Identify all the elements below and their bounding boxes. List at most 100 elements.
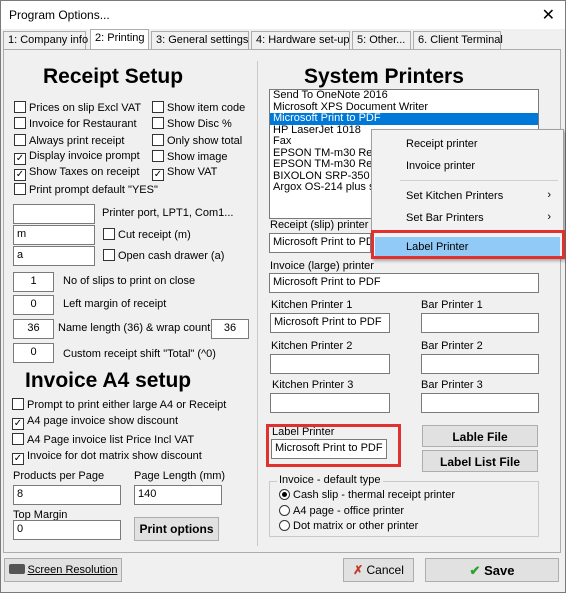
slips-input[interactable]: 1 bbox=[13, 272, 54, 292]
cut-receipt-checkbox[interactable]: Cut receipt (m) bbox=[103, 228, 191, 243]
receipt-right-checkbox[interactable]: Show image bbox=[152, 149, 228, 165]
tab-general-settings[interactable]: 3: General settings bbox=[151, 31, 249, 49]
invoice-checkbox[interactable]: Prompt to print either large A4 or Recei… bbox=[12, 398, 226, 413]
printer-list-item[interactable]: Microsoft Print to PDF bbox=[270, 113, 538, 125]
printer-port-input[interactable] bbox=[13, 204, 95, 224]
checkbox-box[interactable] bbox=[103, 228, 115, 240]
menu-item-set-kitchen-printers[interactable]: Set Kitchen Printers › bbox=[372, 186, 563, 206]
tab-other[interactable]: 5: Other... bbox=[352, 31, 411, 49]
menu-item-label: Set Kitchen Printers bbox=[406, 190, 504, 202]
receipt-left-checkbox[interactable]: Prices on slip Excl VAT bbox=[14, 101, 141, 116]
products-per-page-label: Products per Page bbox=[13, 470, 105, 482]
wrap-count-input[interactable]: 36 bbox=[211, 319, 249, 339]
menu-item-receipt-printer[interactable]: Receipt printer bbox=[372, 134, 563, 154]
receipt-left-checkbox-label: Always print receipt bbox=[29, 134, 125, 147]
kitchen-printer-1-input[interactable]: Microsoft Print to PDF bbox=[270, 313, 390, 333]
tab-hardware-setup[interactable]: 4: Hardware set-up bbox=[251, 31, 350, 49]
bar-printer-3-input[interactable] bbox=[421, 393, 539, 413]
printer-list-item[interactable]: Send To OneNote 2016 bbox=[270, 90, 538, 102]
kitchen-printer-2-input[interactable] bbox=[270, 354, 390, 374]
products-per-page-input[interactable]: 8 bbox=[13, 485, 121, 505]
radio-circle[interactable] bbox=[279, 489, 290, 500]
checkbox-box[interactable] bbox=[14, 101, 26, 113]
checkbox-box[interactable] bbox=[12, 432, 24, 445]
program-options-window: Program Options... ✕ 1: Company info 2: … bbox=[0, 0, 566, 593]
checkbox-box[interactable] bbox=[152, 117, 164, 130]
cancel-button[interactable]: ✗ Cancel bbox=[343, 558, 414, 582]
tab-printing[interactable]: 2: Printing bbox=[90, 29, 149, 49]
receipt-right-checkbox[interactable]: Show Disc % bbox=[152, 117, 232, 132]
menu-separator bbox=[400, 180, 558, 181]
page-length-label: Page Length (mm) bbox=[134, 470, 226, 482]
receipt-left-checkbox[interactable]: ✓ Display invoice prompt bbox=[14, 150, 140, 165]
cut-receipt-input[interactable]: m bbox=[13, 225, 95, 245]
bar-printer-2-input[interactable] bbox=[421, 354, 539, 374]
bar-printer-2-label: Bar Printer 2 bbox=[421, 340, 483, 352]
bar-printer-1-input[interactable] bbox=[421, 313, 539, 333]
receipt-left-checkbox-label: Print prompt default "YES" bbox=[29, 183, 158, 196]
checkbox-box[interactable] bbox=[152, 101, 164, 113]
save-button[interactable]: ✔ Save bbox=[425, 558, 559, 582]
checkbox-box[interactable]: ✓ bbox=[14, 169, 26, 182]
print-options-button[interactable]: Print options bbox=[134, 517, 219, 541]
receipt-left-checkbox-label: Display invoice prompt bbox=[29, 149, 140, 162]
top-margin-input[interactable]: 0 bbox=[13, 520, 121, 540]
invoice-printer-input[interactable]: Microsoft Print to PDF bbox=[269, 273, 539, 293]
kitchen-printer-2-label: Kitchen Printer 2 bbox=[271, 340, 353, 352]
checkbox-box[interactable] bbox=[152, 133, 164, 146]
tab-client-terminal[interactable]: 6. Client Terminal bbox=[413, 31, 503, 49]
invoice-checkbox[interactable]: ✓ Invoice for dot matrix show discount bbox=[12, 450, 202, 465]
kitchen-printer-3-input[interactable] bbox=[270, 393, 390, 413]
printer-icon bbox=[8, 564, 25, 574]
annotation-highlight-label-printer-field bbox=[266, 424, 401, 467]
receipt-printer-input[interactable]: Microsoft Print to PD bbox=[269, 233, 371, 253]
checkbox-box[interactable] bbox=[14, 133, 26, 146]
checkbox-box[interactable]: ✓ bbox=[152, 169, 164, 182]
section-divider bbox=[257, 61, 258, 546]
invoice-checkbox[interactable]: ✓ A4 page invoice show discount bbox=[12, 415, 178, 431]
receipt-left-checkbox[interactable]: ✓ Show Taxes on receipt bbox=[14, 166, 139, 182]
checkbox-box[interactable] bbox=[152, 149, 164, 162]
title-bar: Program Options... ✕ bbox=[1, 1, 565, 29]
name-length-input[interactable]: 36 bbox=[13, 319, 54, 339]
checkbox-box[interactable] bbox=[103, 249, 115, 261]
label-list-file-button[interactable]: Label List File bbox=[422, 450, 538, 472]
receipt-right-checkbox[interactable]: ✓ Show VAT bbox=[152, 166, 217, 182]
tab-company-info[interactable]: 1: Company info bbox=[3, 31, 88, 49]
receipt-left-checkbox[interactable]: Print prompt default "YES" bbox=[14, 182, 158, 198]
receipt-left-checkbox[interactable]: Invoice for Restaurant bbox=[14, 117, 137, 132]
receipt-shift-input[interactable]: 0 bbox=[13, 343, 54, 363]
menu-item-invoice-printer[interactable]: Invoice printer bbox=[372, 156, 563, 176]
annotation-highlight-label-printer-menu bbox=[371, 230, 565, 259]
checkbox-box[interactable] bbox=[12, 398, 24, 410]
left-margin-input[interactable]: 0 bbox=[13, 295, 54, 315]
receipt-shift-label: Custom receipt shift "Total" (^0) bbox=[63, 348, 216, 360]
invoice-type-radio[interactable]: Cash slip - thermal receipt printer bbox=[279, 489, 455, 504]
receipt-right-checkbox[interactable]: Show item code bbox=[152, 101, 245, 116]
receipt-right-checkbox[interactable]: Only show total bbox=[152, 133, 242, 149]
radio-circle[interactable] bbox=[279, 504, 290, 516]
checkbox-box[interactable]: ✓ bbox=[12, 418, 24, 431]
page-length-input[interactable]: 140 bbox=[134, 485, 222, 505]
checkbox-box[interactable] bbox=[14, 182, 26, 195]
menu-item-label: Set Bar Printers bbox=[406, 212, 484, 224]
menu-item-set-bar-printers[interactable]: Set Bar Printers › bbox=[372, 208, 563, 228]
lable-file-button[interactable]: Lable File bbox=[422, 425, 538, 447]
kitchen-printer-1-label: Kitchen Printer 1 bbox=[271, 299, 353, 311]
checkbox-box[interactable]: ✓ bbox=[14, 152, 26, 165]
invoice-a4-title: Invoice A4 setup bbox=[25, 369, 192, 392]
checkbox-box[interactable]: ✓ bbox=[12, 452, 24, 465]
invoice-checkbox-label: A4 Page invoice list Price Incl VAT bbox=[27, 433, 195, 446]
checkbox-box[interactable] bbox=[14, 117, 26, 130]
invoice-type-radio[interactable]: Dot matrix or other printer bbox=[279, 520, 418, 535]
screen-resolution-button[interactable]: Screen Resolution bbox=[4, 558, 122, 582]
close-icon[interactable]: ✕ bbox=[542, 5, 555, 25]
cash-drawer-input[interactable]: a bbox=[13, 246, 95, 266]
invoice-type-radio[interactable]: A4 page - office printer bbox=[279, 504, 404, 520]
radio-circle[interactable] bbox=[279, 520, 290, 531]
receipt-left-checkbox[interactable]: Always print receipt bbox=[14, 133, 125, 149]
receipt-right-checkbox-label: Show item code bbox=[167, 102, 246, 114]
open-drawer-checkbox[interactable]: Open cash drawer (a) bbox=[103, 249, 224, 264]
invoice-type-legend: Invoice - default type bbox=[277, 474, 383, 486]
invoice-checkbox[interactable]: A4 Page invoice list Price Incl VAT bbox=[12, 432, 195, 448]
